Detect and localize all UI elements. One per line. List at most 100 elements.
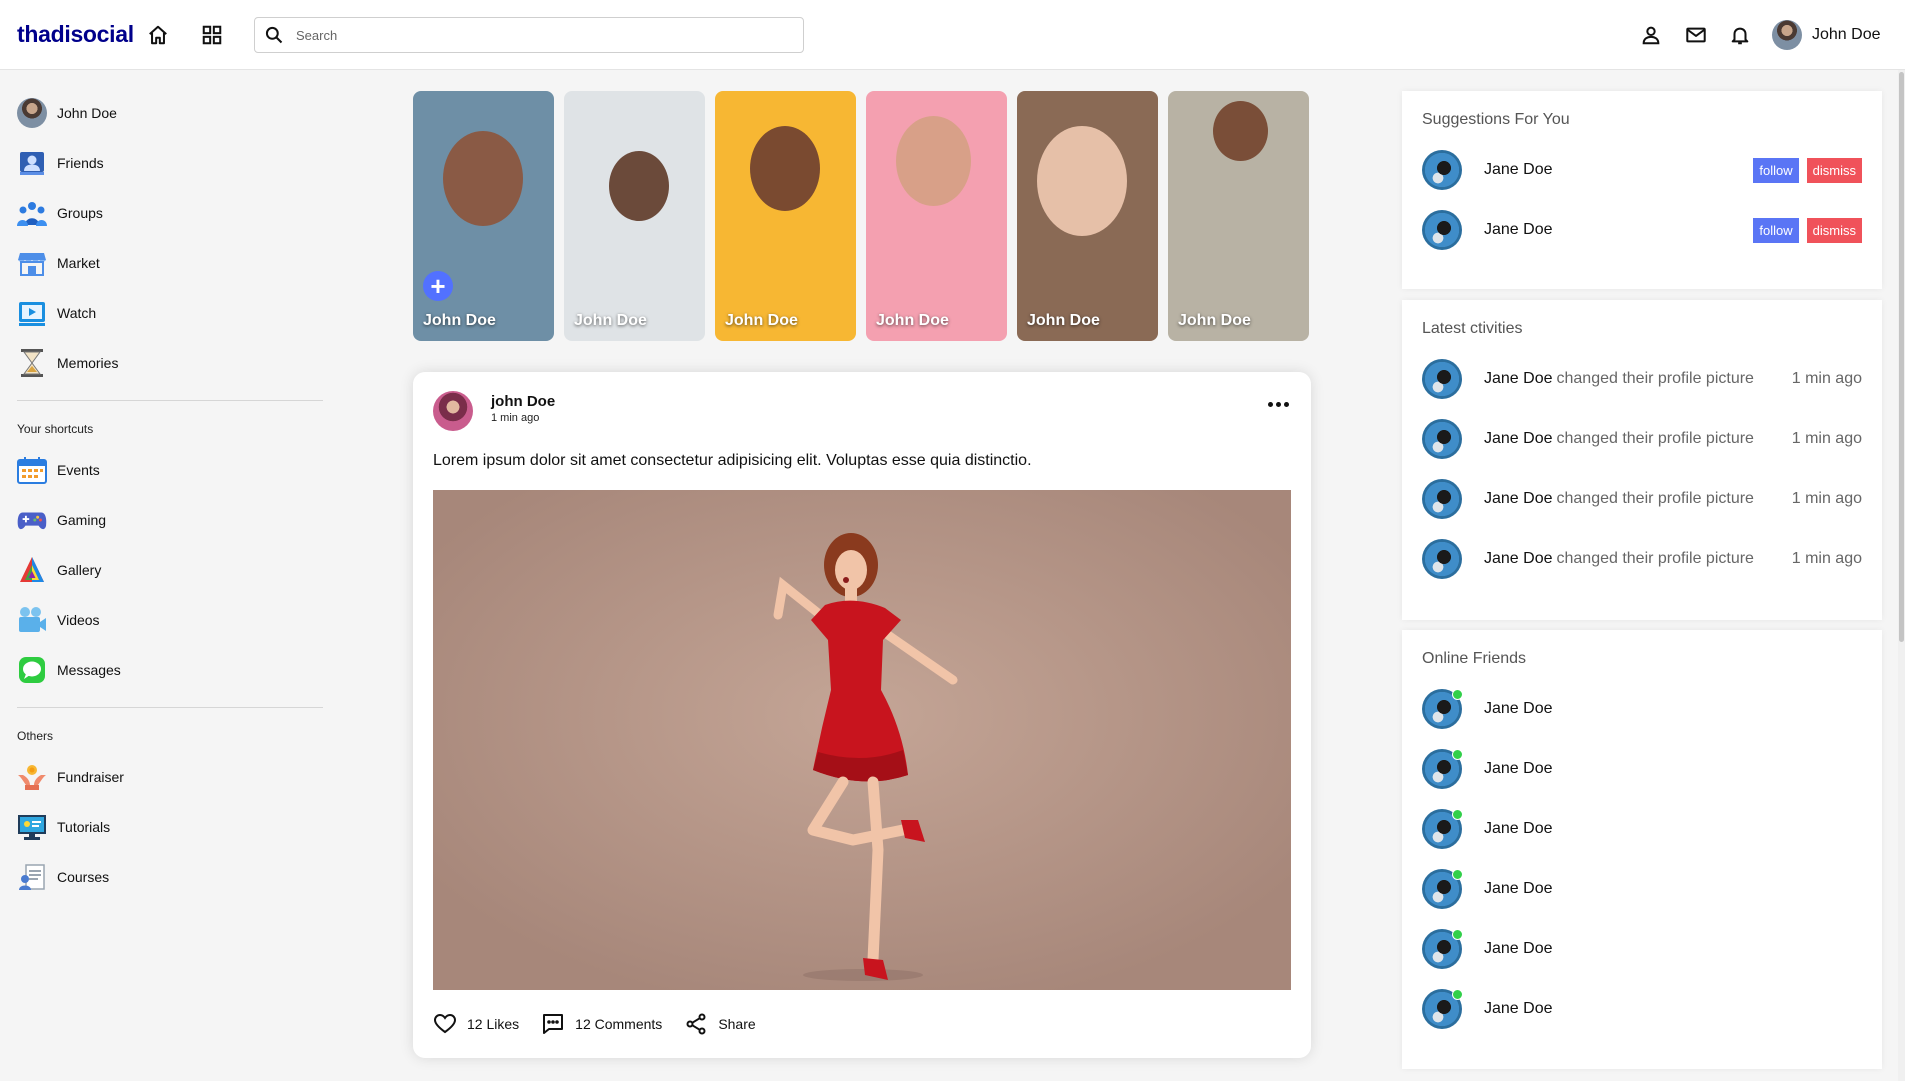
sidebar-item-memories[interactable]: Memories <box>17 338 323 388</box>
online-friend-name: Jane Doe <box>1484 880 1553 897</box>
dismiss-button[interactable]: dismiss <box>1806 217 1862 243</box>
sidebar-item-gaming[interactable]: Gaming <box>17 495 323 545</box>
apps-grid-icon[interactable] <box>197 20 227 50</box>
activity-name[interactable]: Jane Doe <box>1484 430 1553 448</box>
sidebar-item-label: Friends <box>57 155 104 171</box>
online-friend-row[interactable]: Jane Doe <box>1422 809 1862 849</box>
story-card[interactable]: John Doe <box>715 91 856 341</box>
sidebar-item-watch[interactable]: Watch <box>17 288 323 338</box>
sidebar-item-profile[interactable]: John Doe <box>17 88 323 138</box>
post-image[interactable] <box>433 490 1291 990</box>
activity-description: changed their profile picture <box>1556 430 1754 447</box>
sidebar-item-label: Tutorials <box>57 819 111 835</box>
online-friend-name: Jane Doe <box>1484 700 1553 717</box>
comments-count: 12 Comments <box>575 1016 663 1032</box>
online-friend-name: Jane Doe <box>1484 940 1553 957</box>
comment-button[interactable]: 12 Comments <box>541 1012 662 1036</box>
suggestion-name[interactable]: Jane Doe <box>1484 221 1553 239</box>
dismiss-button[interactable]: dismiss <box>1806 157 1862 183</box>
online-friend-name: Jane Doe <box>1484 820 1553 837</box>
suggestion-name[interactable]: Jane Doe <box>1484 161 1553 179</box>
story-card[interactable]: + John Doe <box>413 91 554 341</box>
gaming-icon <box>17 505 47 535</box>
avatar[interactable] <box>1422 479 1462 519</box>
events-icon <box>17 455 47 485</box>
bell-icon[interactable] <box>1725 20 1755 50</box>
sidebar-item-friends[interactable]: Friends <box>17 138 323 188</box>
sidebar-item-label: Gallery <box>57 562 102 578</box>
home-icon[interactable] <box>143 20 173 50</box>
avatar[interactable] <box>1422 359 1462 399</box>
sidebar-item-label: Events <box>57 462 100 478</box>
online-friend-row[interactable]: Jane Doe <box>1422 869 1862 909</box>
story-face <box>750 126 820 211</box>
nav-user-profile[interactable]: John Doe <box>1772 20 1881 50</box>
search-input[interactable] <box>296 27 776 43</box>
story-card[interactable]: John Doe <box>866 91 1007 341</box>
story-card[interactable]: John Doe <box>564 91 705 341</box>
videos-icon <box>17 605 47 635</box>
story-card[interactable]: John Doe <box>1168 91 1309 341</box>
activity-description: changed their profile picture <box>1556 370 1754 387</box>
comment-icon <box>543 1014 564 1034</box>
share-label: Share <box>718 1016 756 1032</box>
activity-name[interactable]: Jane Doe <box>1484 370 1553 388</box>
online-status-dot <box>1452 809 1463 820</box>
sidebar-item-market[interactable]: Market <box>17 238 323 288</box>
story-card[interactable]: John Doe <box>1017 91 1158 341</box>
sidebar-item-messages[interactable]: Messages <box>17 645 323 695</box>
sidebar-item-courses[interactable]: Courses <box>17 852 323 902</box>
story-face <box>443 131 523 226</box>
sidebar-item-fundraiser[interactable]: Fundraiser <box>17 752 323 802</box>
avatar[interactable] <box>1422 210 1462 250</box>
courses-icon <box>17 862 47 892</box>
story-face <box>896 116 971 206</box>
follow-button[interactable]: follow <box>1753 157 1799 183</box>
story-name: John Doe <box>1027 312 1100 329</box>
sidebar-item-videos[interactable]: Videos <box>17 595 323 645</box>
activity-row: Jane Doe changed their profile picture 1… <box>1422 359 1862 399</box>
more-options-icon[interactable] <box>1268 402 1289 407</box>
like-button[interactable]: 12 Likes <box>433 1012 519 1036</box>
sidebar-item-groups[interactable]: Groups <box>17 188 323 238</box>
suggestion-row: Jane Doe follow dismiss <box>1422 210 1862 250</box>
mail-icon[interactable] <box>1681 20 1711 50</box>
activity-time: 1 min ago <box>1791 430 1862 447</box>
scrollbar-thumb[interactable] <box>1899 72 1904 642</box>
tutorials-icon <box>17 812 47 842</box>
sidebar-item-gallery[interactable]: Gallery <box>17 545 323 595</box>
avatar[interactable] <box>1422 419 1462 459</box>
navbar: thadisocial John Doe <box>0 0 1905 70</box>
avatar[interactable] <box>1422 150 1462 190</box>
sidebar-item-label: Gaming <box>57 512 107 528</box>
online-friend-row[interactable]: Jane Doe <box>1422 689 1862 729</box>
watch-icon <box>17 298 47 328</box>
activity-description: changed their profile picture <box>1556 550 1754 567</box>
share-button[interactable]: Share <box>684 1012 756 1036</box>
sidebar-item-tutorials[interactable]: Tutorials <box>17 802 323 852</box>
activity-name[interactable]: Jane Doe <box>1484 550 1553 568</box>
avatar <box>1772 20 1802 50</box>
story-name: John Doe <box>876 312 949 329</box>
story-face <box>609 151 669 221</box>
person-icon[interactable] <box>1636 20 1666 50</box>
follow-button[interactable]: follow <box>1753 217 1799 243</box>
add-story-icon[interactable]: + <box>423 271 453 301</box>
online-friend-name: Jane Doe <box>1484 760 1553 777</box>
online-status-dot <box>1452 689 1463 700</box>
post-author-name[interactable]: john Doe <box>491 393 555 410</box>
online-friend-row[interactable]: Jane Doe <box>1422 989 1862 1029</box>
sidebar-item-events[interactable]: Events <box>17 445 323 495</box>
post-header: john Doe 1 min ago <box>433 391 555 431</box>
activity-row: Jane Doe changed their profile picture 1… <box>1422 539 1862 579</box>
post-time: 1 min ago <box>491 411 540 424</box>
online-friend-row[interactable]: Jane Doe <box>1422 749 1862 789</box>
logo[interactable]: thadisocial <box>17 21 134 48</box>
online-status-dot <box>1452 869 1463 880</box>
search-box <box>254 17 804 53</box>
post-author-avatar[interactable] <box>433 391 473 431</box>
avatar[interactable] <box>1422 539 1462 579</box>
story-name: John Doe <box>574 312 647 329</box>
online-friend-row[interactable]: Jane Doe <box>1422 929 1862 969</box>
activity-name[interactable]: Jane Doe <box>1484 490 1553 508</box>
